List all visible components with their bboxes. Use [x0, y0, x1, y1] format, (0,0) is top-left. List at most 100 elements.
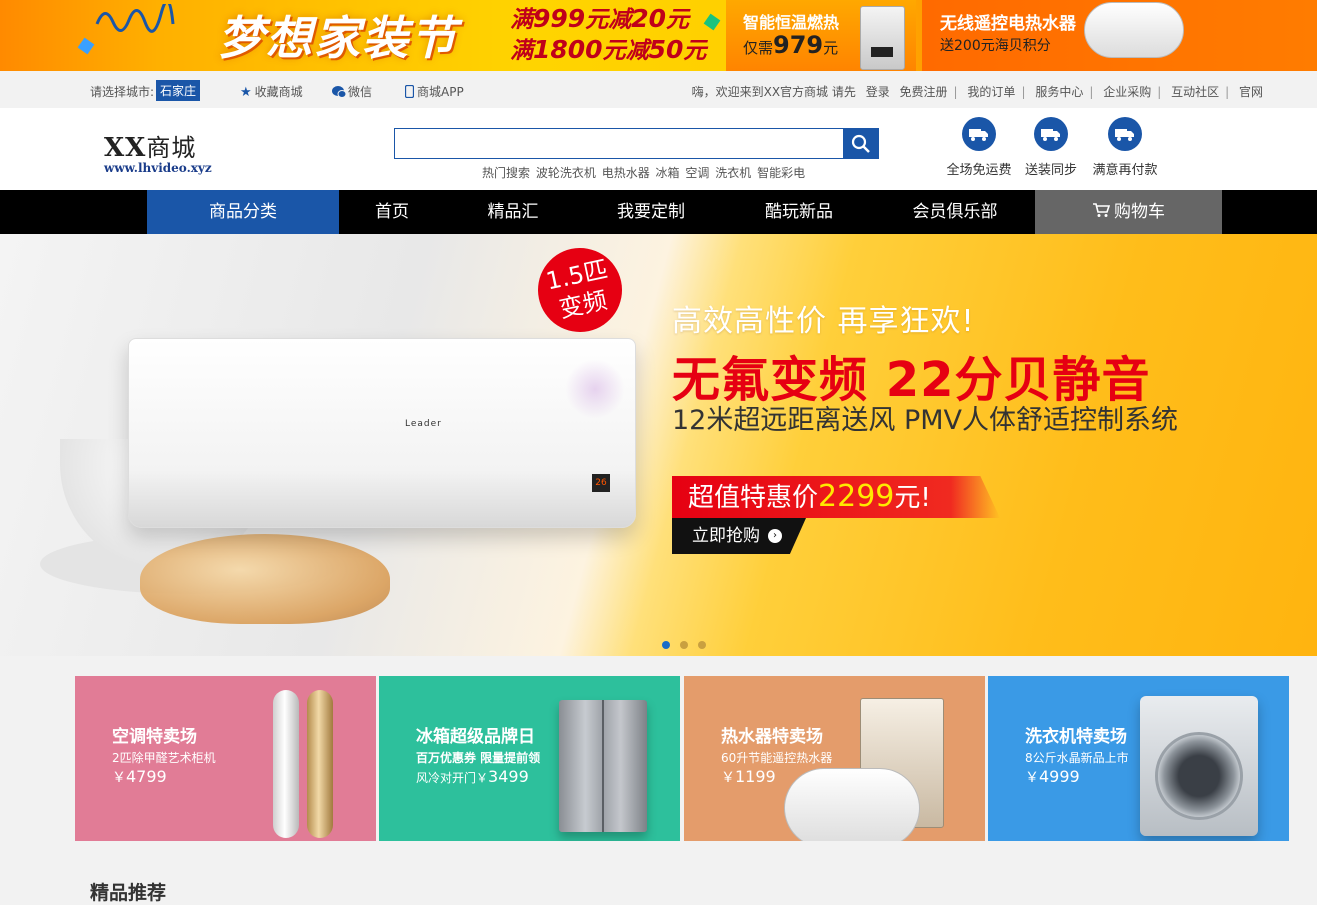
hero-description: 12米超远距离送风 PMV人体舒适控制系统: [672, 405, 1178, 436]
logo-main: XX: [104, 133, 147, 163]
site-logo[interactable]: XX商城 www.lhvideo.xyz: [104, 128, 212, 175]
refrigerator-image: [559, 700, 647, 832]
community-link[interactable]: 互动社区: [1171, 85, 1219, 99]
enterprise-link[interactable]: 企业采购: [1103, 85, 1151, 99]
card-title: 洗衣机特卖场: [1025, 727, 1127, 747]
card-title: 热水器特卖场: [721, 727, 823, 747]
user-links: 嗨，欢迎来到XX官方商城 请先 登录 免费注册 | 我的订单 | 服务中心 | 企业采…: [691, 85, 1263, 99]
promo-title: 梦想家装节: [218, 11, 458, 65]
carousel-dots: [662, 634, 716, 653]
electric-heater-image: [1084, 2, 1184, 58]
card-subtitle: 百万优惠券 限量提前领: [416, 751, 541, 765]
city-label: 请选择城市:: [90, 85, 155, 99]
card-subtitle: 60升节能遥控热水器: [721, 751, 833, 765]
logo-url: www.lhvideo.xyz: [104, 161, 212, 175]
top-bar: 请选择城市: 石家庄 ★ 收藏商城 微信 商城APP 嗨，欢迎来到XX官方商城 请…: [0, 71, 1317, 108]
card-price: ￥4999: [1025, 767, 1080, 786]
electric-heater-title: 无线遥控电热水器: [940, 14, 1076, 34]
search-box: [394, 128, 879, 159]
hero-headline: 高效高性价 再享狂欢!: [672, 304, 975, 339]
nav-item-categories[interactable]: 商品分类: [147, 190, 339, 234]
hot-search-item[interactable]: 波轮洗衣机: [536, 166, 596, 180]
favorite-link[interactable]: ★ 收藏商城: [240, 83, 303, 100]
official-site-link[interactable]: 官网: [1239, 85, 1263, 99]
cabinet-ac-image: [307, 690, 333, 838]
truck-icon: [962, 117, 996, 151]
hot-search-item[interactable]: 空调: [685, 166, 709, 180]
cabinet-ac-image: [273, 690, 299, 838]
arrow-right-icon: ›: [768, 529, 782, 543]
service-pay-on-satisfaction[interactable]: 满意再付款: [1090, 117, 1160, 178]
hot-search-item[interactable]: 电热水器: [602, 166, 650, 180]
wechat-icon: [332, 86, 347, 98]
card-air-conditioner[interactable]: 空调特卖场 2匹除甲醛艺术柜机 ￥4799: [75, 676, 376, 841]
deal-line-2: 满1800元减50元: [510, 35, 707, 64]
register-link[interactable]: 免费注册: [900, 85, 948, 99]
login-link[interactable]: 登录: [866, 85, 890, 99]
carousel-dot[interactable]: [680, 641, 688, 649]
card-washing-machine[interactable]: 洗衣机特卖场 8公斤水晶新品上市 ￥4999: [988, 676, 1289, 841]
nav-item-member-club[interactable]: 会员俱乐部: [895, 190, 1015, 234]
ac-brand: Leader: [405, 419, 442, 429]
hero-badge: 1.5匹 变频: [530, 240, 630, 340]
promo-gas-heater[interactable]: 智能恒温燃热 仅需979元: [726, 0, 916, 71]
gas-heater-image: [860, 6, 905, 70]
hot-search-item[interactable]: 智能彩电: [757, 166, 805, 180]
service-free-shipping[interactable]: 全场免运费: [944, 117, 1014, 178]
header: XX商城 www.lhvideo.xyz 热门搜索 波轮洗衣机 电热水器 冰箱 …: [0, 108, 1317, 190]
nav-item-new-products[interactable]: 酷玩新品: [740, 190, 858, 234]
electric-heater-sub: 送200元海贝积分: [940, 38, 1051, 54]
hot-search: 热门搜索 波轮洗衣机 电热水器 冰箱 空调 洗衣机 智能彩电: [482, 164, 807, 181]
card-subtitle: 2匹除甲醛艺术柜机: [112, 751, 216, 765]
logo-cn: 商城: [146, 134, 197, 162]
hot-search-item[interactable]: 洗衣机: [715, 166, 751, 180]
welcome-text: 嗨，欢迎来到XX官方商城 请先: [691, 85, 856, 99]
hot-search-item[interactable]: 冰箱: [656, 166, 680, 180]
washing-machine-image: [1140, 696, 1258, 836]
buy-now-button[interactable]: 立即抢购 ›: [672, 518, 806, 554]
hero-carousel[interactable]: Leader 26 1.5匹 变频 高效高性价 再享狂欢! 无氟变频 22分贝静…: [0, 234, 1317, 656]
section-title: 精品推荐: [90, 882, 167, 904]
star-icon: ★: [240, 85, 252, 100]
nav-cart[interactable]: 购物车: [1035, 190, 1222, 234]
ribbon-decoration: [95, 4, 175, 33]
search-input[interactable]: [395, 129, 844, 158]
truck-icon: [1108, 117, 1142, 151]
card-price: ￥1199: [721, 767, 776, 786]
card-refrigerator[interactable]: 冰箱超级品牌日 百万优惠券 限量提前领 风冷对开门￥3499: [379, 676, 680, 841]
service-delivery-install[interactable]: 送装同步: [1016, 117, 1086, 178]
bread-decoration: [140, 534, 390, 624]
top-promo-banner[interactable]: 梦想家装节 满999元减20元 满1800元减50元 智能恒温燃热 仅需979元…: [0, 0, 1317, 71]
cart-icon: [1093, 203, 1111, 217]
confetti-decoration: [77, 37, 95, 55]
gas-heater-title: 智能恒温燃热: [743, 13, 840, 32]
carousel-dot[interactable]: [662, 641, 670, 649]
app-link[interactable]: 商城APP: [404, 83, 464, 100]
card-price: 风冷对开门￥3499: [416, 767, 529, 786]
wechat-link[interactable]: 微信: [332, 83, 372, 100]
my-orders-link[interactable]: 我的订单: [967, 85, 1015, 99]
truck-icon: [1034, 117, 1068, 151]
search-icon: [851, 134, 870, 153]
promo-electric-heater[interactable]: 无线遥控电热水器 送200元海贝积分: [922, 0, 1317, 71]
card-price: ￥4799: [112, 767, 167, 786]
hot-search-label: 热门搜索: [482, 166, 531, 180]
hero-price-tag: 超值特惠价2299元!: [672, 476, 1000, 518]
carousel-dot[interactable]: [698, 641, 706, 649]
main-nav: 商品分类 首页 精品汇 我要定制 酷玩新品 会员俱乐部 购物车: [0, 190, 1317, 234]
card-title: 空调特卖场: [112, 727, 197, 747]
city-selector[interactable]: 石家庄: [156, 80, 201, 101]
phone-icon: [404, 84, 415, 99]
nav-item-home[interactable]: 首页: [339, 190, 445, 234]
card-subtitle: 8公斤水晶新品上市: [1025, 751, 1129, 765]
water-heater-image: [784, 768, 920, 841]
service-center-link[interactable]: 服务中心: [1035, 85, 1083, 99]
search-button[interactable]: [843, 129, 878, 158]
ac-display: 26: [592, 474, 610, 492]
card-title: 冰箱超级品牌日: [416, 727, 535, 747]
nav-item-customize[interactable]: 我要定制: [592, 190, 710, 234]
promo-deal: 满999元减20元 满1800元减50元: [510, 4, 706, 66]
nav-item-boutique[interactable]: 精品汇: [460, 190, 566, 234]
air-conditioner-image: Leader 26: [128, 338, 636, 528]
card-water-heater[interactable]: 热水器特卖场 60升节能遥控热水器 ￥1199: [684, 676, 985, 841]
